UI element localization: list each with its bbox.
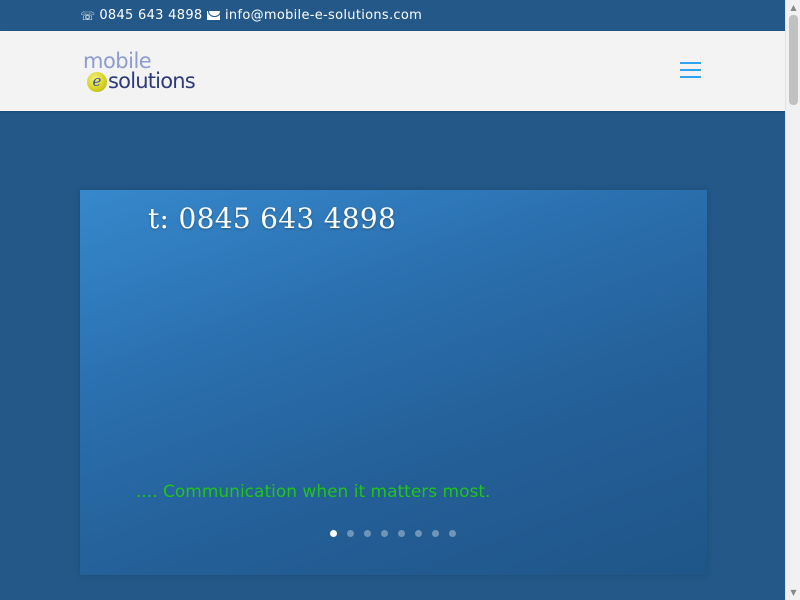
site-logo[interactable]: mobile e solutions bbox=[83, 49, 208, 95]
site-header: mobile e solutions bbox=[0, 31, 785, 111]
slider-pagination bbox=[330, 530, 466, 537]
slider-dot-8[interactable] bbox=[449, 530, 456, 537]
envelope-icon bbox=[207, 11, 220, 20]
top-phone-text[interactable]: 0845 643 4898 bbox=[99, 8, 202, 23]
phone-icon: ☏ bbox=[80, 8, 96, 23]
hamburger-line bbox=[680, 62, 701, 64]
slider-dot-2[interactable] bbox=[347, 530, 354, 537]
slider-dot-5[interactable] bbox=[398, 530, 405, 537]
hero-slider: t: 0845 643 4898 .... Communication when… bbox=[80, 190, 707, 575]
scroll-thumb[interactable] bbox=[789, 15, 798, 105]
scroll-up-arrow-icon[interactable]: ▲ bbox=[786, 0, 800, 15]
hamburger-line bbox=[680, 69, 701, 71]
top-phone[interactable]: ☏ 0845 643 4898 bbox=[80, 8, 202, 23]
slider-dot-7[interactable] bbox=[432, 530, 439, 537]
hamburger-icon[interactable] bbox=[680, 62, 701, 78]
scroll-down-arrow-icon[interactable]: ▼ bbox=[786, 585, 800, 600]
slider-dot-1[interactable] bbox=[330, 530, 337, 537]
slide-phone-text: t: 0845 643 4898 bbox=[148, 202, 397, 235]
slider-dot-4[interactable] bbox=[381, 530, 388, 537]
logo-word-solutions: solutions bbox=[108, 69, 196, 93]
top-email-link[interactable]: info@mobile-e-solutions.com bbox=[225, 8, 422, 23]
slide-tagline: .... Communication when it matters most. bbox=[136, 482, 491, 502]
slider-dot-6[interactable] bbox=[415, 530, 422, 537]
slider-dot-3[interactable] bbox=[364, 530, 371, 537]
hamburger-line bbox=[680, 76, 701, 78]
vertical-scrollbar[interactable]: ▲ ▼ bbox=[785, 0, 800, 600]
top-email[interactable]: info@mobile-e-solutions.com bbox=[207, 8, 422, 23]
logo-e-ball: e bbox=[87, 72, 107, 92]
top-bar: ☏ 0845 643 4898 info@mobile-e-solutions.… bbox=[0, 0, 785, 31]
